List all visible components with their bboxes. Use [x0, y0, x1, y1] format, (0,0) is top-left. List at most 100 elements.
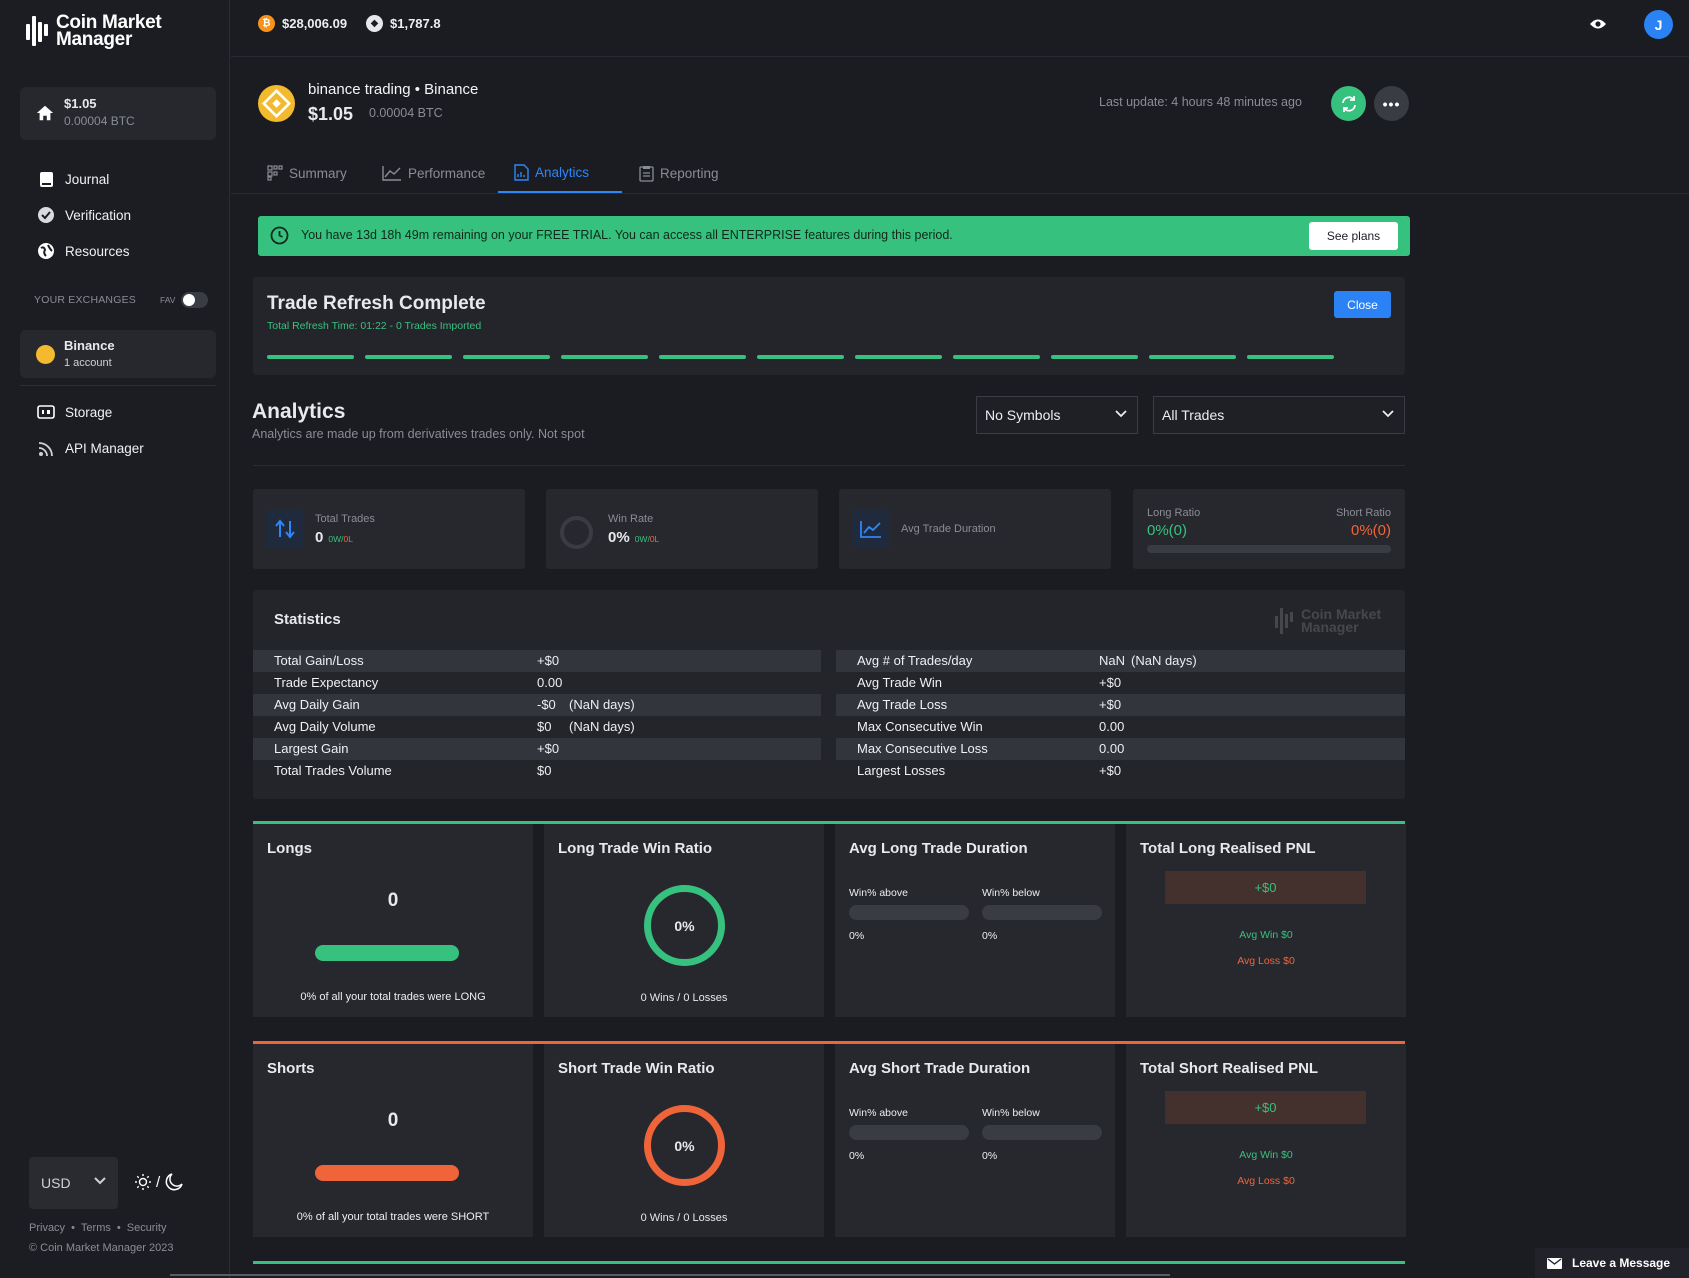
statistics-row: Total Gain/Loss +$0 [253, 650, 821, 672]
statistics-row-label: Total Gain/Loss [274, 653, 364, 668]
eye-icon[interactable] [1589, 17, 1607, 31]
grid-icon [267, 165, 283, 181]
win-rate-label: Win Rate [608, 513, 654, 525]
see-plans-button[interactable]: See plans [1309, 222, 1398, 250]
theme-toggle[interactable]: / [134, 1172, 184, 1192]
long-win-above-value: 0% [849, 930, 865, 942]
portfolio-balance-btc: 0.00004 BTC [64, 114, 135, 128]
eth-price: ◆ $1,787.8 [366, 15, 441, 32]
nav-storage-label: Storage [65, 404, 113, 420]
statistics-row: Max Consecutive Loss 0.00 [836, 738, 1405, 760]
logo-mark-icon [26, 16, 48, 46]
portfolio-balance-card[interactable]: $1.05 0.00004 BTC [20, 87, 216, 140]
clock-icon [270, 226, 289, 245]
leave-message-button[interactable]: Leave a Message [1535, 1248, 1689, 1278]
statistics-row-label: Avg Daily Gain [274, 697, 360, 712]
statistics-row: Avg Trade Win +$0 [836, 672, 1405, 694]
document-chart-icon [514, 163, 529, 181]
analytics-subtitle: Analytics are made up from derivatives t… [252, 427, 585, 441]
statistics-row-value: +$0 [1099, 675, 1122, 690]
exchange-item-binance[interactable]: Binance 1 account [20, 330, 216, 378]
refresh-icon [1341, 95, 1356, 112]
statistics-row-label: Avg Trade Win [857, 675, 943, 690]
analytics-title: Analytics [252, 400, 346, 423]
nav-resources[interactable]: Resources [37, 242, 130, 260]
line-chart-icon [382, 166, 401, 181]
long-win-below-label: Win% below [982, 887, 1040, 899]
longs-card: Longs 0 0% of all your total trades were… [253, 824, 533, 1017]
trade-type-select[interactable]: All Trades [1153, 396, 1405, 434]
statistics-row-value: $0 [537, 719, 552, 734]
long-realised-pnl-card: Total Long Realised PNL +$0 Avg Win $0 A… [1126, 824, 1406, 1017]
fav-label: FAV [160, 295, 176, 305]
statistics-row: Avg Daily Gain -$0 (NaN days) [253, 694, 821, 716]
mail-icon [1547, 1257, 1562, 1269]
statistics-row-value: +$0 [1099, 763, 1122, 778]
progress-segment [365, 355, 452, 359]
short-win-ratio-title: Short Trade Win Ratio [558, 1060, 715, 1077]
eth-price-value: $1,787.8 [390, 16, 441, 31]
ethereum-icon: ◆ [366, 15, 383, 32]
trial-message: You have 13d 18h 49m remaining on your F… [301, 228, 953, 242]
logo-mark-icon [1275, 608, 1293, 634]
statistics-row: Largest Losses +$0 [836, 760, 1405, 782]
statistics-row-label: Largest Gain [274, 741, 349, 756]
statistics-row-extra: (NaN days) [569, 697, 635, 712]
statistics-row-label: Avg # of Trades/day [857, 653, 973, 668]
trade-type-select-value: All Trades [1162, 407, 1225, 423]
copyright: © Coin Market Manager 2023 [29, 1242, 174, 1254]
long-avg-loss: Avg Loss $0 [1237, 955, 1295, 967]
progress-segment [1149, 355, 1236, 359]
long-wins-losses: 0 Wins / 0 Losses [640, 992, 728, 1004]
nav-storage[interactable]: Storage [37, 403, 112, 421]
tab-summary-label: Summary [289, 165, 347, 181]
tab-summary[interactable]: Summary [251, 153, 363, 193]
statistics-row: Avg Trade Loss +$0 [836, 694, 1405, 716]
nav-verification-label: Verification [65, 207, 132, 223]
progress-segment [855, 355, 942, 359]
shorts-count: 0 [387, 1110, 399, 1131]
tab-performance[interactable]: Performance [366, 153, 501, 193]
statistics-row-label: Trade Expectancy [274, 675, 379, 690]
leave-message-label: Leave a Message [1572, 1256, 1671, 1270]
progress-segment [757, 355, 844, 359]
fav-toggle[interactable] [181, 292, 208, 308]
nav-journal[interactable]: Journal [37, 170, 109, 188]
close-button[interactable]: Close [1334, 291, 1391, 318]
portfolio-balance: $1.05 [64, 96, 97, 111]
account-balance: $1.05 [308, 104, 354, 124]
tab-reporting[interactable]: Reporting [623, 153, 735, 193]
refresh-button[interactable] [1331, 86, 1366, 121]
security-link[interactable]: Security [127, 1222, 167, 1234]
tab-performance-label: Performance [408, 165, 486, 181]
tab-analytics[interactable]: Analytics [498, 153, 622, 193]
symbol-select[interactable]: No Symbols [976, 396, 1138, 434]
nav-verification[interactable]: Verification [37, 206, 131, 224]
binance-icon [258, 85, 295, 122]
avg-long-duration-title: Avg Long Trade Duration [849, 840, 1028, 857]
app-logo[interactable]: Coin Market Manager [26, 13, 162, 49]
long-pnl-title: Total Long Realised PNL [1140, 840, 1316, 857]
chevron-down-icon [1115, 410, 1127, 418]
more-options-button[interactable]: ••• [1374, 86, 1409, 121]
currency-select[interactable]: USD [29, 1157, 118, 1209]
statistics-row: Trade Expectancy 0.00 [253, 672, 821, 694]
trade-refresh-card: Trade Refresh Complete Total Refresh Tim… [253, 277, 1405, 375]
longs-bar [315, 945, 459, 961]
ellipsis-icon: ••• [1382, 95, 1401, 112]
shorts-title: Shorts [267, 1060, 315, 1077]
nav-api-manager[interactable]: API Manager [37, 439, 144, 457]
avg-short-duration-card: Avg Short Trade Duration Win% above Win%… [835, 1044, 1115, 1237]
short-pnl-value: +$0 [1165, 1091, 1366, 1124]
user-avatar[interactable]: J [1644, 10, 1673, 39]
terms-link[interactable]: Terms [81, 1222, 111, 1234]
longs-count: 0 [387, 890, 399, 911]
nav-resources-label: Resources [65, 243, 130, 259]
progress-segment [659, 355, 746, 359]
statistics-row: Largest Gain +$0 [253, 738, 821, 760]
long-win-ratio-title: Long Trade Win Ratio [558, 840, 713, 857]
privacy-link[interactable]: Privacy [29, 1222, 65, 1234]
horizontal-scrollbar[interactable] [170, 1274, 1170, 1276]
statistics-row: Avg # of Trades/day NaN (NaN days) [836, 650, 1405, 672]
statistics-row-value: 0.00 [537, 675, 563, 690]
